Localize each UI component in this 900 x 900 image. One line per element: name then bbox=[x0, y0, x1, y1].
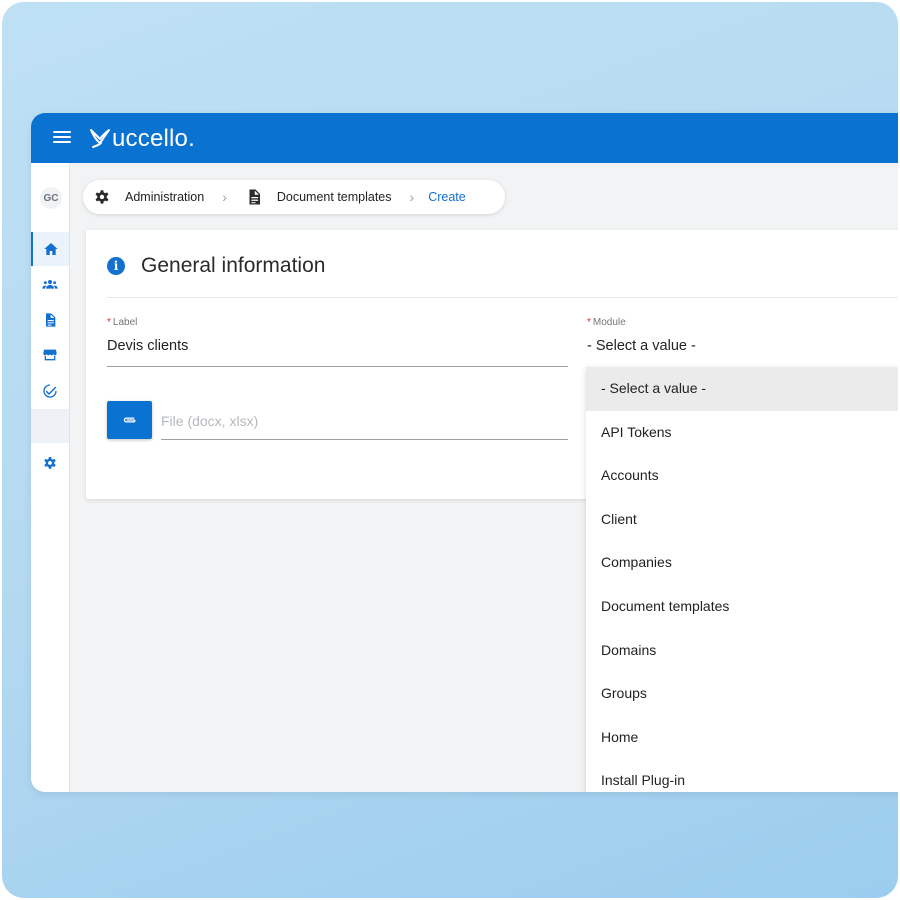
required-marker: * bbox=[107, 317, 111, 328]
sidebar-item-home[interactable] bbox=[31, 232, 69, 266]
dropdown-option[interactable]: Document templates bbox=[586, 585, 898, 629]
app-logo[interactable]: uccello. bbox=[89, 125, 195, 153]
app-window: uccello. GC Administration › Document te… bbox=[31, 113, 898, 792]
divider bbox=[107, 297, 898, 298]
card-header: i General information bbox=[107, 254, 325, 278]
check-circle-icon bbox=[43, 384, 57, 398]
top-bar: uccello. bbox=[31, 113, 898, 163]
label-field-label: * Label bbox=[107, 317, 138, 328]
dropdown-option[interactable]: Domains bbox=[586, 629, 898, 673]
users-group-icon bbox=[42, 280, 58, 289]
dropdown-option[interactable]: Client bbox=[586, 498, 898, 542]
dropdown-option[interactable]: Companies bbox=[586, 541, 898, 585]
dropdown-option[interactable]: Install Plug-in bbox=[586, 759, 898, 792]
logo-text: uccello. bbox=[112, 125, 195, 152]
info-icon: i bbox=[107, 257, 125, 275]
dropdown-option[interactable]: Accounts bbox=[586, 454, 898, 498]
required-marker: * bbox=[587, 317, 591, 328]
sidebar: GC bbox=[31, 163, 70, 792]
document-icon bbox=[245, 188, 263, 206]
module-field-label: * Module bbox=[587, 317, 626, 328]
label-input[interactable]: Devis clients bbox=[107, 338, 188, 354]
sidebar-item-settings[interactable] bbox=[31, 446, 69, 480]
attach-file-button[interactable] bbox=[107, 401, 152, 439]
sidebar-item-store[interactable] bbox=[31, 338, 69, 372]
chevron-right-icon: › bbox=[222, 189, 227, 205]
paperclip-icon bbox=[123, 417, 135, 423]
module-select[interactable]: - Select a value - bbox=[587, 338, 696, 354]
file-input-underline bbox=[161, 439, 568, 440]
file-input[interactable]: File (docx, xlsx) bbox=[161, 413, 258, 429]
label-input-underline bbox=[107, 366, 568, 367]
breadcrumb-create[interactable]: Create bbox=[428, 190, 466, 204]
sidebar-separator bbox=[31, 409, 69, 443]
document-icon bbox=[46, 313, 56, 327]
dropdown-option[interactable]: Groups bbox=[586, 672, 898, 716]
breadcrumb-document-templates[interactable]: Document templates bbox=[277, 190, 392, 204]
avatar[interactable]: GC bbox=[40, 187, 62, 209]
bird-logo-icon bbox=[90, 129, 110, 148]
dropdown-option[interactable]: Home bbox=[586, 716, 898, 760]
gear-icon bbox=[93, 188, 111, 206]
sidebar-item-tasks[interactable] bbox=[31, 374, 69, 408]
breadcrumb-administration[interactable]: Administration bbox=[125, 190, 204, 204]
page-title: General information bbox=[141, 254, 326, 277]
sidebar-item-documents[interactable] bbox=[31, 303, 69, 337]
gear-icon bbox=[44, 457, 56, 469]
backdrop: uccello. GC Administration › Document te… bbox=[2, 2, 898, 898]
breadcrumb: Administration › Document templates › Cr… bbox=[83, 180, 505, 214]
hamburger-icon[interactable] bbox=[53, 131, 71, 145]
home-icon bbox=[44, 243, 58, 255]
store-icon bbox=[43, 349, 57, 361]
dropdown-option[interactable]: - Select a value - bbox=[586, 367, 898, 411]
dropdown-option[interactable]: API Tokens bbox=[586, 411, 898, 455]
sidebar-item-users[interactable] bbox=[31, 267, 69, 301]
module-dropdown-list: - Select a value - API Tokens Accounts Clie… bbox=[586, 367, 898, 792]
chevron-right-icon: › bbox=[409, 189, 415, 205]
